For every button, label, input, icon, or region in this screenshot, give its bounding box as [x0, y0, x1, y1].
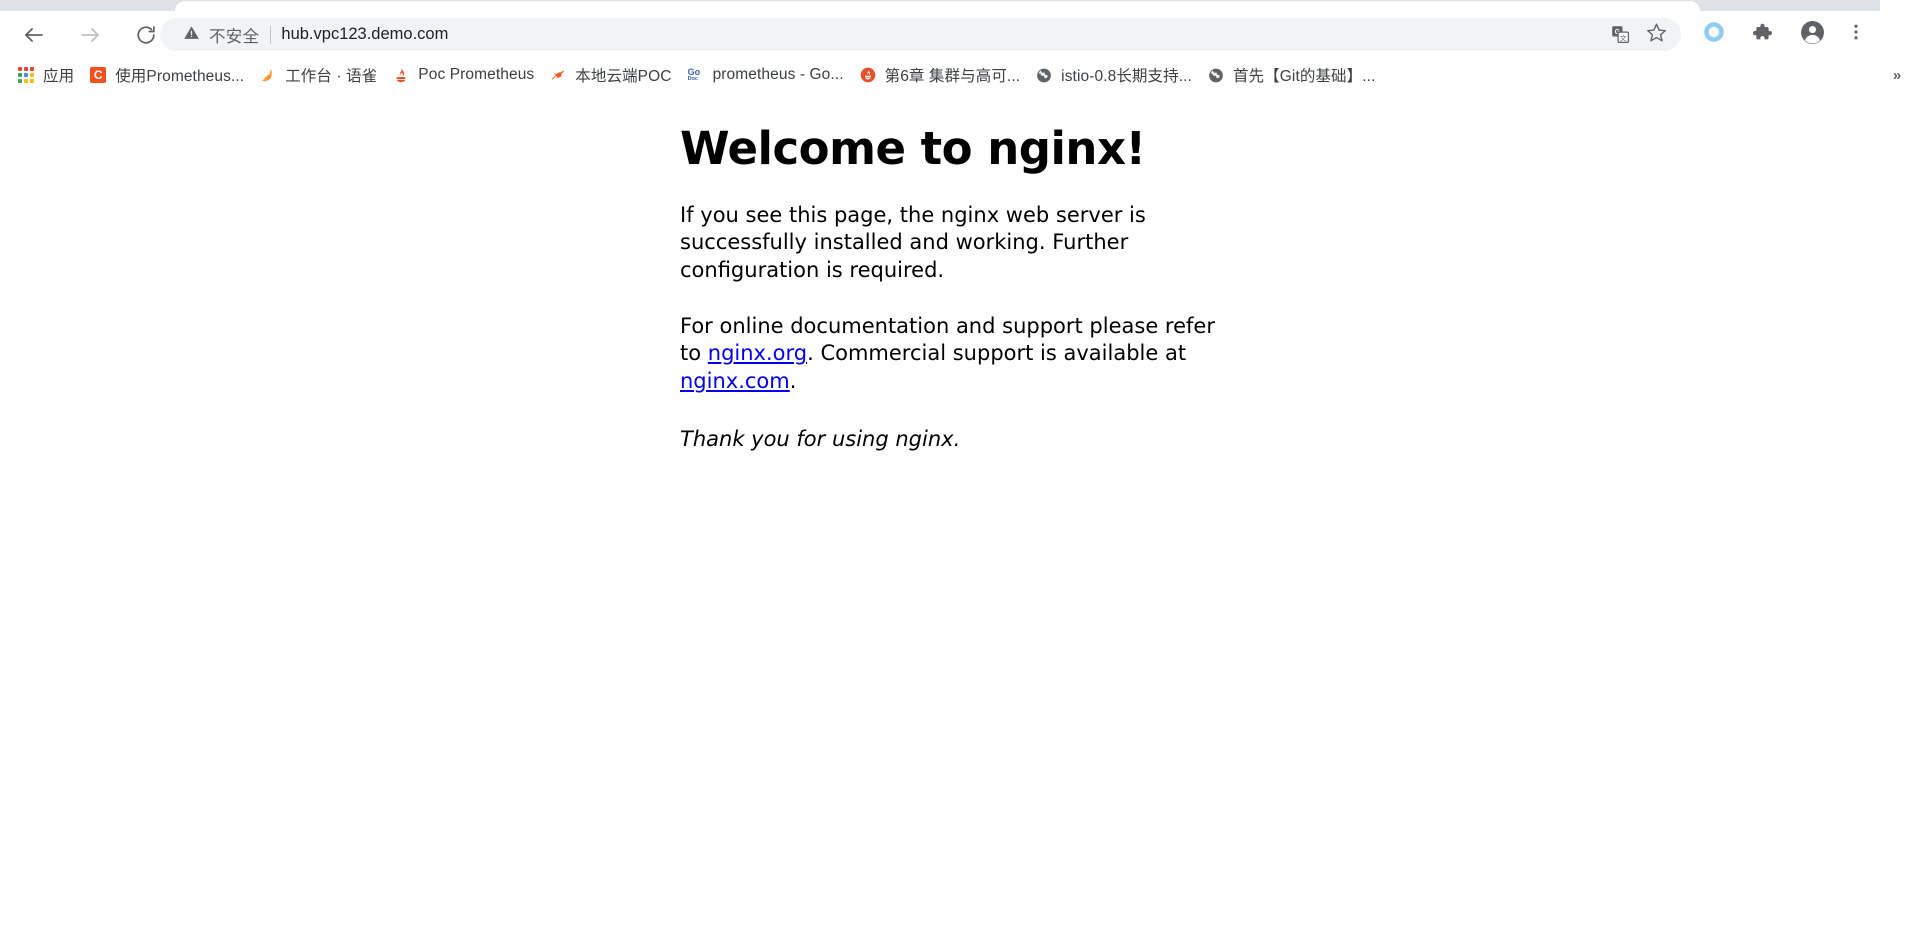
bookmark-chapter6-cluster[interactable]: 第6章 集群与高可... — [852, 61, 1029, 89]
bookmark-apps[interactable]: 应用 — [10, 61, 82, 89]
translate-icon[interactable]: G 文 — [1605, 20, 1635, 50]
extensions-puzzle-icon — [1751, 21, 1773, 48]
doc-text-middle: . Commercial support is available at — [807, 341, 1186, 365]
warning-triangle-icon — [183, 24, 200, 46]
thanks-paragraph: Thank you for using nginx. — [680, 427, 1240, 451]
globe-icon — [1208, 67, 1224, 83]
browser-toolbar: 不安全 hub.vpc123.demo.com G 文 — [0, 11, 1920, 58]
confluence-c-icon: C — [90, 67, 106, 83]
nginx-com-link[interactable]: nginx.com — [680, 369, 790, 393]
profile-button[interactable] — [1792, 17, 1832, 53]
intro-paragraph: If you see this page, the nginx web serv… — [680, 202, 1240, 285]
omnibox-actions: G 文 — [1599, 20, 1681, 50]
omnibox-divider — [270, 26, 271, 44]
globe-icon — [1036, 67, 1052, 83]
bookmark-prometheus-doc[interactable]: C 使用Prometheus... — [82, 61, 252, 89]
chevron-double-right-icon: » — [1893, 67, 1901, 84]
bird-rocket-icon — [550, 67, 566, 83]
prometheus-flame-icon — [393, 67, 409, 83]
svg-text:文: 文 — [1619, 33, 1626, 42]
extensions-button[interactable] — [1742, 17, 1782, 53]
url-text: hub.vpc123.demo.com — [281, 25, 448, 44]
bookmark-istio[interactable]: istio-0.8长期支持... — [1028, 61, 1200, 89]
toolbar-actions — [1694, 18, 1876, 51]
bookmark-label: Poc Prometheus — [418, 66, 534, 84]
security-status-text: 不安全 — [209, 23, 259, 47]
sync-circle-icon — [1703, 21, 1725, 48]
prometheus-circle-icon — [860, 67, 876, 83]
bookmark-label: 第6章 集群与高可... — [885, 64, 1021, 86]
bookmark-label: 首先【Git的基础】... — [1233, 64, 1376, 86]
browser-window: 不安全 hub.vpc123.demo.com G 文 — [0, 0, 1920, 934]
back-button[interactable] — [14, 15, 54, 55]
doc-text-after-link: . — [790, 369, 797, 393]
site-security-chip[interactable]: 不安全 — [183, 23, 259, 47]
bookmark-poc-prometheus[interactable]: Poc Prometheus — [385, 61, 542, 89]
chrome-menu-button[interactable] — [1836, 17, 1876, 53]
bookmark-label: 使用Prometheus... — [115, 64, 244, 86]
godoc-doc-text: Doc — [688, 77, 698, 83]
bookmark-label: 本地云端POC — [575, 64, 671, 86]
page-viewport: Welcome to nginx! If you see this page, … — [0, 92, 1920, 934]
nginx-default-page: Welcome to nginx! If you see this page, … — [680, 92, 1240, 451]
yuque-bird-icon — [260, 67, 276, 83]
bookmark-label: istio-0.8长期支持... — [1061, 64, 1192, 86]
tab-strip-right-edge — [1880, 0, 1920, 11]
profile-avatar-icon — [1800, 20, 1825, 50]
bookmark-label: 应用 — [43, 64, 74, 86]
tab-strip — [0, 0, 1920, 11]
active-tab[interactable] — [175, 1, 1700, 11]
godoc-icon: Go Doc — [688, 67, 704, 83]
nginx-org-link[interactable]: nginx.org — [708, 341, 807, 365]
address-bar[interactable]: 不安全 hub.vpc123.demo.com G 文 — [160, 18, 1681, 51]
arrow-right-icon — [78, 23, 102, 47]
forward-button[interactable] — [70, 15, 110, 55]
bookmark-prometheus-godoc[interactable]: Go Doc prometheus - Go... — [680, 61, 852, 89]
bookmark-yuque[interactable]: 工作台 · 语雀 — [252, 61, 385, 89]
bookmark-label: 工作台 · 语雀 — [285, 64, 377, 86]
three-dot-menu-icon — [1846, 22, 1866, 47]
arrow-left-icon — [22, 23, 46, 47]
page-title: Welcome to nginx! — [680, 124, 1240, 174]
bookmark-label: prometheus - Go... — [713, 66, 844, 84]
sync-status-button[interactable] — [1694, 17, 1734, 53]
reload-icon — [135, 24, 157, 46]
star-icon — [1646, 22, 1667, 48]
bookmark-git-basics[interactable]: 首先【Git的基础】... — [1200, 61, 1384, 89]
bookmarks-overflow-button[interactable]: » — [1884, 62, 1910, 88]
documentation-paragraph: For online documentation and support ple… — [680, 313, 1240, 396]
bookmark-star-button[interactable] — [1641, 20, 1671, 50]
apps-grid-icon — [18, 67, 34, 83]
bookmark-local-cloud-poc[interactable]: 本地云端POC — [542, 61, 679, 89]
bookmarks-bar: 应用 C 使用Prometheus... 工作 — [0, 58, 1920, 92]
